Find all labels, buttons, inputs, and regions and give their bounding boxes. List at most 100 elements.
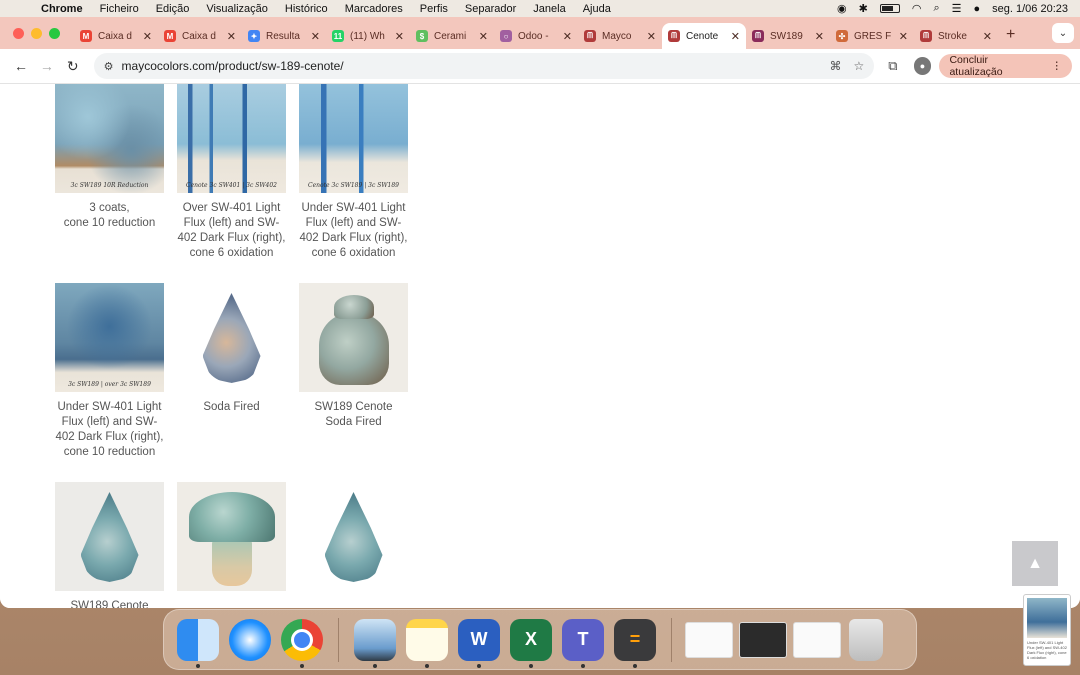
notes-icon[interactable] [406,618,448,668]
tab-close-icon[interactable]: ✕ [899,30,908,43]
translate-icon[interactable]: ⌘ [829,59,841,73]
menu-app-name[interactable]: Chrome [41,3,83,15]
zoom-window-button[interactable] [49,27,60,39]
menu-ficheiro[interactable]: Ficheiro [100,3,139,15]
gallery-item[interactable]: Cenote 3c SW189 | 3c SW189 Under SW-401 … [299,84,408,261]
screenshot-preview-thumbnail[interactable]: Under SW-401 Light Flux (left) and SW-40… [1023,594,1071,666]
gallery-item[interactable]: Cenote 3c SW401 | 3c SW402 Over SW-401 L… [177,84,286,261]
menu-historico[interactable]: Histórico [285,3,328,15]
menu-perfis[interactable]: Perfis [420,3,448,15]
recent-document-icon[interactable] [739,621,787,658]
siri-icon[interactable]: ● [974,3,981,15]
browser-tab[interactable]: M Caixa d ✕ [158,23,242,49]
gallery-image[interactable] [177,283,286,392]
browser-tab[interactable]: 11 (11) Wh ✕ [326,23,410,49]
gallery-item[interactable]: Soda Fired [177,283,286,415]
teams-icon[interactable]: T [562,618,604,668]
battery-icon[interactable] [879,4,900,13]
browser-tab[interactable]: ᗰ SW189 ✕ [746,23,830,49]
browser-tab[interactable]: ✣ GRES F ✕ [830,23,914,49]
control-center-icon[interactable]: ☰ [952,2,962,15]
browser-tab[interactable]: ᗰ Cenote ✕ [662,23,746,49]
menubar-clock[interactable]: seg. 1/06 20:23 [992,3,1068,15]
tab-close-icon[interactable]: ✕ [311,30,320,43]
safari-icon[interactable] [229,618,271,661]
browser-tab[interactable]: ○ Odoo - ✕ [494,23,578,49]
gallery-item[interactable] [299,482,408,591]
tab-search-button[interactable]: ⌄ [1052,23,1074,43]
gallery-image[interactable] [299,283,408,392]
menu-janela[interactable]: Janela [533,3,565,15]
gallery-caption: SW189 Cenote Soda Fired [314,401,393,428]
profile-avatar[interactable]: ● [913,57,932,75]
gallery-caption: SW189 Cenote [70,600,149,608]
recent-document-icon[interactable] [793,621,841,658]
tab-close-icon[interactable]: ✕ [983,30,992,43]
address-bar[interactable]: ⚙ maycocolors.com/product/sw-189-cenote/… [93,53,875,79]
bluetooth-icon[interactable]: ✱ [859,2,868,15]
gallery-caption: Under SW-401 Light Flux (left) and SW-40… [299,202,408,259]
menu-separador[interactable]: Separador [465,3,516,15]
url-text[interactable]: maycocolors.com/product/sw-189-cenote/ [122,59,818,73]
browser-tab[interactable]: ✦ Resulta ✕ [242,23,326,49]
gallery-item[interactable]: 3c SW189 10R Reduction 3 coats, cone 10 … [55,84,164,231]
tab-close-icon[interactable]: ✕ [731,30,740,43]
gallery-image[interactable] [55,482,164,591]
preview-icon[interactable] [354,618,396,668]
tab-close-icon[interactable]: ✕ [227,30,236,43]
gallery-image[interactable]: Cenote 3c SW189 | 3c SW189 [299,84,408,193]
update-button[interactable]: Concluir atualização ⋮ [939,54,1073,78]
browser-tab[interactable]: ᗰ Stroke ✕ [914,23,998,49]
tab-favicon-icon: ᗰ [752,30,764,42]
tile-inscription: 3c SW189 10R Reduction [70,182,149,189]
creative-cloud-icon[interactable]: ◉ [837,2,847,15]
tab-close-icon[interactable]: ✕ [815,30,824,43]
new-tab-button[interactable]: + [1006,26,1015,44]
gallery-caption: 3 coats, cone 10 reduction [63,202,156,229]
forward-icon[interactable]: → [34,58,60,74]
bookmark-star-icon[interactable]: ☆ [853,59,864,73]
word-icon[interactable]: W [458,618,500,668]
browser-toolbar: ← → ↻ ⚙ maycocolors.com/product/sw-189-c… [0,49,1080,84]
menu-marcadores[interactable]: Marcadores [345,3,403,15]
extensions-icon[interactable]: ⧉ [888,58,897,74]
gallery-item[interactable]: SW189 Cenote Soda Fired [299,283,408,430]
gallery-image[interactable]: 3c SW189 | over 3c SW189 [55,283,164,392]
excel-icon[interactable]: X [510,618,552,668]
more-menu-icon[interactable]: ⋮ [1052,60,1063,72]
tab-close-icon[interactable]: ✕ [143,30,152,43]
tab-close-icon[interactable]: ✕ [647,30,656,43]
wifi-icon[interactable]: ◠ [912,2,922,15]
search-icon[interactable]: ⌕ [933,2,939,15]
tabs-container: M Caixa d ✕ M Caixa d ✕ ✦ Resulta ✕ 11 (11) Wh ✕ $ Ce… [74,17,998,49]
gallery-image[interactable]: Cenote 3c SW401 | 3c SW402 [177,84,286,193]
recent-document-icon[interactable] [685,621,733,658]
tab-label: (11) Wh [350,30,385,42]
finder-icon[interactable] [177,618,219,668]
menu-edicao[interactable]: Edição [156,3,190,15]
minimize-window-button[interactable] [31,27,42,39]
browser-tab[interactable]: ᗰ Mayco ✕ [578,23,662,49]
menu-visualizacao[interactable]: Visualização [206,3,268,15]
tab-close-icon[interactable]: ✕ [395,30,404,43]
gallery-image[interactable] [177,482,286,591]
calculator-icon[interactable]: = [614,618,656,668]
gallery-item[interactable]: 3c SW189 | over 3c SW189 Under SW-401 Li… [55,283,164,460]
browser-tab[interactable]: $ Cerami ✕ [410,23,494,49]
tab-close-icon[interactable]: ✕ [563,30,572,43]
close-window-button[interactable] [13,27,24,39]
gallery-item[interactable]: SW189 Cenote [55,482,164,608]
gallery-image[interactable]: 3c SW189 10R Reduction [55,84,164,193]
gallery-item[interactable] [177,482,286,591]
back-icon[interactable]: ← [8,58,34,74]
back-to-top-button[interactable]: ▲ [1012,541,1058,586]
browser-tab[interactable]: M Caixa d ✕ [74,23,158,49]
tab-close-icon[interactable]: ✕ [479,30,488,43]
menu-ajuda[interactable]: Ajuda [583,3,611,15]
trash-icon[interactable] [849,618,883,661]
reload-icon[interactable]: ↻ [60,58,86,75]
chrome-icon[interactable] [281,618,323,668]
gallery-image[interactable] [299,482,408,591]
window-controls [13,27,60,39]
site-info-icon[interactable]: ⚙ [104,60,114,73]
